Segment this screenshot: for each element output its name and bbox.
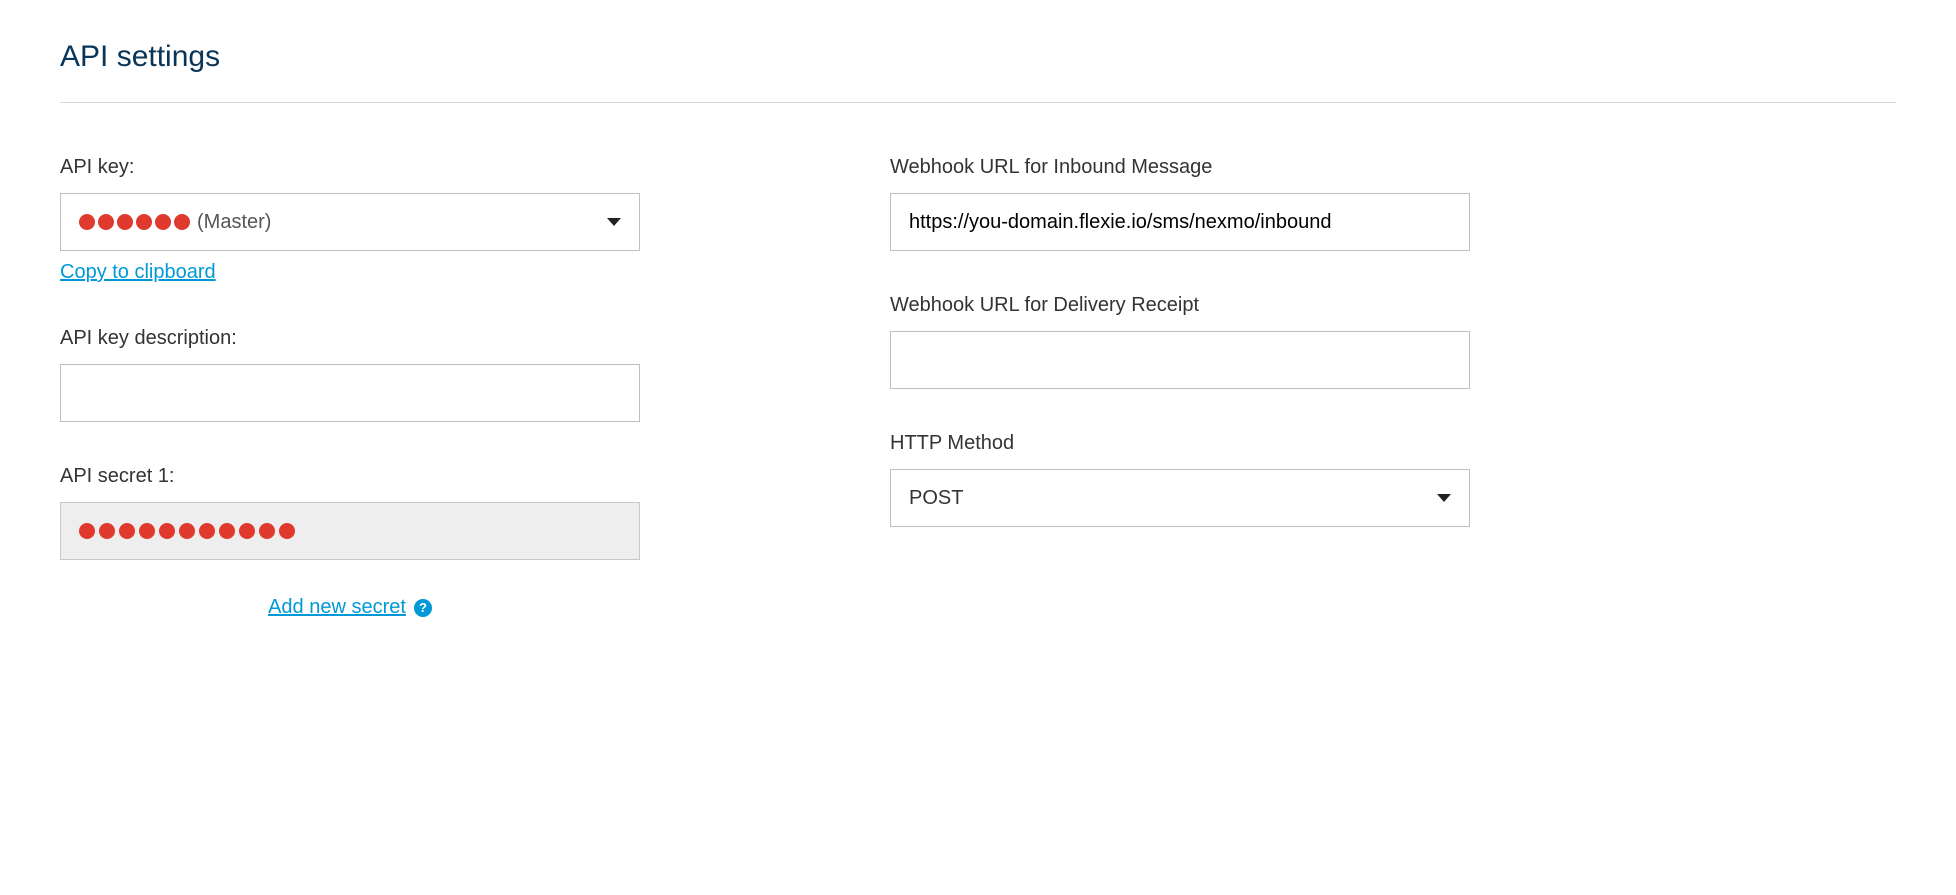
divider	[60, 102, 1896, 103]
redacted-api-key	[79, 214, 191, 230]
api-key-suffix: (Master)	[197, 211, 271, 234]
webhook-delivery-group: Webhook URL for Delivery Receipt	[890, 291, 1470, 389]
add-new-secret-link[interactable]: Add new secret ?	[268, 596, 432, 619]
add-new-secret-label: Add new secret	[268, 596, 406, 619]
right-column: Webhook URL for Inbound Message Webhook …	[890, 153, 1470, 619]
chevron-down-icon	[1437, 494, 1451, 502]
api-secret-label: API secret 1:	[60, 462, 640, 490]
webhook-delivery-input[interactable]	[890, 331, 1470, 389]
webhook-delivery-label: Webhook URL for Delivery Receipt	[890, 291, 1470, 319]
api-key-label: API key:	[60, 153, 640, 181]
add-secret-row: Add new secret ?	[60, 596, 640, 619]
api-secret-group: API secret 1: Add new secret ?	[60, 462, 640, 619]
api-key-group: API key: (Master) Copy to clipboard	[60, 153, 640, 284]
chevron-down-icon	[607, 218, 621, 226]
api-secret-value	[60, 502, 640, 560]
webhook-inbound-input[interactable]	[890, 193, 1470, 251]
api-key-description-group: API key description:	[60, 324, 640, 422]
left-column: API key: (Master) Copy to clipboard API …	[60, 153, 640, 619]
page-title: API settings	[60, 40, 1896, 74]
http-method-label: HTTP Method	[890, 429, 1470, 457]
http-method-value: POST	[909, 487, 963, 510]
webhook-inbound-label: Webhook URL for Inbound Message	[890, 153, 1470, 181]
api-key-description-input[interactable]	[60, 364, 640, 422]
webhook-inbound-group: Webhook URL for Inbound Message	[890, 153, 1470, 251]
copy-to-clipboard-link[interactable]: Copy to clipboard	[60, 261, 216, 284]
settings-columns: API key: (Master) Copy to clipboard API …	[60, 153, 1896, 619]
api-key-select[interactable]: (Master)	[60, 193, 640, 251]
help-icon[interactable]: ?	[414, 599, 432, 617]
api-key-description-label: API key description:	[60, 324, 640, 352]
http-method-select[interactable]: POST	[890, 469, 1470, 527]
http-method-group: HTTP Method POST	[890, 429, 1470, 527]
